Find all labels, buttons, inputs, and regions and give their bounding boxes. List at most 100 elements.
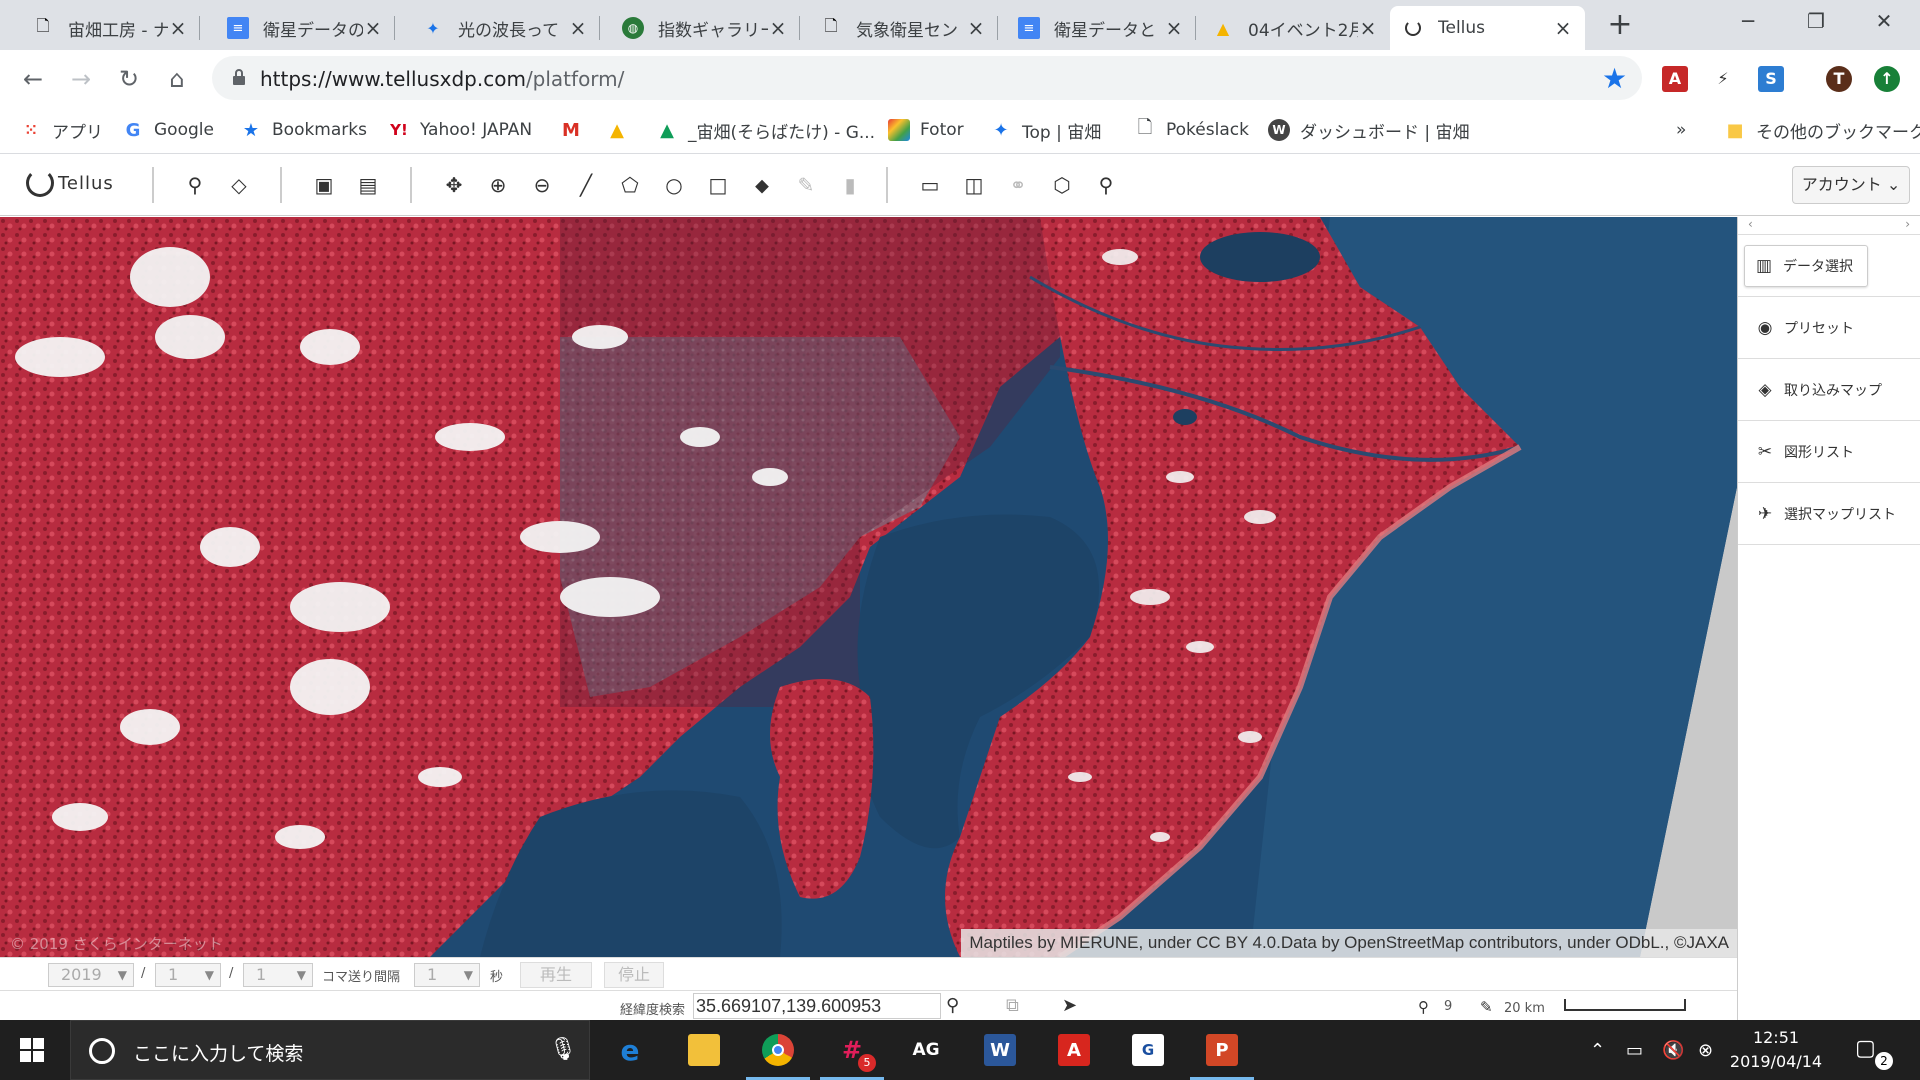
coordinate-search-input[interactable]: 35.669107,139.600953 — [693, 993, 941, 1019]
new-tab-button[interactable]: + — [1603, 8, 1637, 42]
bookmark-gmail[interactable]: M — [560, 116, 592, 144]
tab-close-icon[interactable]: × — [768, 16, 788, 40]
stop-button[interactable]: 停止 — [604, 962, 664, 988]
taskbar-app-powerpoint[interactable]: P — [1186, 1020, 1258, 1080]
taskbar-app-edge[interactable]: e — [594, 1020, 666, 1080]
profile-avatar[interactable]: T — [1826, 66, 1852, 92]
notification-center-icon[interactable]: ▢ — [1855, 1036, 1876, 1061]
tab-close-icon[interactable]: × — [966, 16, 986, 40]
browser-tab[interactable]: 🗋 宙畑工房 - ナ × — [20, 6, 200, 50]
bookmark-google[interactable]: G Google — [122, 116, 214, 144]
bookmark-star-icon[interactable]: ★ — [1602, 62, 1627, 95]
tab-close-icon[interactable]: × — [1164, 16, 1184, 40]
3d-view-icon[interactable]: ⬡ — [1048, 171, 1076, 199]
taskbar-app-chrome[interactable] — [742, 1020, 814, 1080]
forward-button[interactable]: → — [64, 62, 98, 96]
map-pin-icon[interactable]: ⬥ — [748, 171, 776, 199]
home-button[interactable]: ⌂ — [160, 62, 194, 96]
microphone-icon[interactable]: 🎙 — [549, 1037, 577, 1062]
edit-shape-icon[interactable]: ✎ — [792, 171, 820, 199]
tab-close-icon[interactable]: × — [1358, 16, 1378, 40]
single-view-icon[interactable]: ▭ — [916, 171, 944, 199]
taskbar-app-acrobat[interactable]: A — [1038, 1020, 1110, 1080]
battery-icon[interactable]: ▭ — [1626, 1040, 1643, 1061]
search-icon[interactable]: ⚲ — [946, 995, 959, 1016]
back-button[interactable]: ← — [16, 62, 50, 96]
chevron-up-icon[interactable]: ⌃ — [1590, 1040, 1605, 1061]
side-nav-shape-list[interactable]: ✂ 図形リスト — [1738, 421, 1920, 483]
account-dropdown-button[interactable]: アカウント ⌄ — [1792, 166, 1910, 204]
taskbar-app-ag[interactable]: AG — [890, 1020, 962, 1080]
link-views-icon[interactable]: ⚭ — [1004, 171, 1032, 199]
draw-line-icon[interactable]: ╱ — [572, 171, 600, 199]
volume-muted-icon[interactable]: 🔇 — [1662, 1040, 1684, 1061]
acrobat-extension-icon[interactable]: A — [1662, 66, 1688, 92]
address-bar[interactable]: https://www.tellusxdp.com/platform/ ★ — [212, 56, 1642, 100]
copy-icon[interactable]: ⧉ — [1006, 995, 1019, 1016]
draw-circle-icon[interactable]: ○ — [660, 171, 688, 199]
interval-select[interactable]: 1 ▼ — [414, 963, 480, 987]
taskbar-search-box[interactable]: ここに入力して検索 🎙 — [70, 1020, 590, 1080]
split-view-icon[interactable]: ◫ — [960, 171, 988, 199]
browser-tab[interactable]: 🗋 気象衛星セン × — [808, 6, 998, 50]
restore-button[interactable]: ❐ — [1786, 6, 1846, 36]
search-icon[interactable]: ⚲ — [181, 171, 209, 199]
network-disconnected-icon[interactable]: ⊗ — [1698, 1040, 1713, 1061]
browser-tab[interactable]: ≡ 衛星データの × — [215, 6, 395, 50]
s-extension-icon[interactable]: S — [1758, 66, 1784, 92]
side-panel-scroll[interactable]: ‹ › — [1738, 217, 1920, 235]
bookmark-fotor[interactable]: Fotor — [888, 116, 964, 144]
bookmark-pokeslack[interactable]: 🗋 Pokéslack — [1134, 116, 1249, 144]
minimize-button[interactable]: ─ — [1718, 6, 1778, 36]
tab-close-icon[interactable]: × — [1553, 16, 1573, 40]
bookmark-dashboard[interactable]: W ダッシュボード | 宙畑 — [1268, 116, 1470, 144]
day-select[interactable]: 1 ▼ — [243, 963, 313, 987]
side-nav-preset[interactable]: ◉ プリセット — [1738, 297, 1920, 359]
bookmarks-overflow-button[interactable]: » — [1676, 116, 1686, 144]
bookmark-sorabatake-drive[interactable]: ▲ _宙畑(そらばたけ) - G... — [656, 116, 875, 144]
draw-polygon-icon[interactable]: ⬠ — [616, 171, 644, 199]
zoom-out-icon[interactable]: ⊖ — [528, 171, 556, 199]
taskbar-app-g[interactable]: G — [1112, 1020, 1184, 1080]
bookmark-sorabatake-top[interactable]: ✦ Top | 宙畑 — [990, 116, 1101, 144]
taskbar-app-slack[interactable]: #5 — [816, 1020, 888, 1080]
trash-icon[interactable]: ▮ — [836, 171, 864, 199]
windows-start-icon[interactable] — [20, 1038, 44, 1062]
satellite-map-view[interactable]: © 2019 さくらインターネット Maptiles by MIERUNE, u… — [0, 217, 1737, 957]
browser-tab[interactable]: ✦ 光の波長って × — [410, 6, 600, 50]
month-select[interactable]: 1 ▼ — [155, 963, 221, 987]
bookmark-bookmarks[interactable]: ★ Bookmarks — [240, 116, 367, 144]
browser-tab[interactable]: ≡ 衛星データと × — [1006, 6, 1196, 50]
bookmark-apps[interactable]: ⁙ アプリ — [20, 116, 103, 144]
calendar-icon[interactable]: ▤ — [354, 171, 382, 199]
side-nav-data-select[interactable]: ▥ データ選択 — [1738, 235, 1920, 297]
tab-close-icon[interactable]: × — [363, 16, 383, 40]
lightning-extension-icon[interactable]: ⚡ — [1710, 66, 1736, 92]
browser-tab-active[interactable]: Tellus × — [1390, 6, 1585, 50]
update-icon[interactable]: ↑ — [1874, 66, 1900, 92]
taskbar-app-word[interactable]: W — [964, 1020, 1036, 1080]
bookmark-drive[interactable]: ▲ — [606, 116, 638, 144]
browser-tab[interactable]: ▲ 04イベント2月 × — [1200, 6, 1390, 50]
view-toggle-icon[interactable]: ◇ — [225, 171, 253, 199]
tab-close-icon[interactable]: × — [168, 16, 188, 40]
draw-rectangle-icon[interactable]: □ — [704, 171, 732, 199]
scroll-right-icon[interactable]: › — [1905, 217, 1910, 234]
camera-icon[interactable]: ▣ — [310, 171, 338, 199]
bookmark-yahoo[interactable]: Y! Yahoo! JAPAN — [388, 116, 532, 144]
cursor-icon[interactable]: ➤ — [1062, 995, 1077, 1016]
side-nav-selected-maps[interactable]: ✈ 選択マップリスト — [1738, 483, 1920, 545]
close-window-button[interactable]: ✕ — [1854, 6, 1914, 36]
tab-close-icon[interactable]: × — [568, 16, 588, 40]
other-bookmarks[interactable]: ■ その他のブックマーク — [1724, 116, 1920, 144]
zoom-in-icon[interactable]: ⊕ — [484, 171, 512, 199]
year-select[interactable]: 2019 ▼ — [48, 963, 134, 987]
pan-move-icon[interactable]: ✥ — [440, 171, 468, 199]
reload-button[interactable]: ↻ — [112, 62, 146, 96]
browser-tab[interactable]: ◍ 指数ギャラリー × — [610, 6, 800, 50]
play-button[interactable]: 再生 — [520, 962, 592, 988]
street-view-person-icon[interactable]: ⚲ — [1092, 171, 1120, 199]
system-clock[interactable]: 12:51 2019/04/14 — [1726, 1026, 1826, 1074]
scroll-left-icon[interactable]: ‹ — [1748, 217, 1753, 234]
side-nav-imported-maps[interactable]: ◈ 取り込みマップ — [1738, 359, 1920, 421]
